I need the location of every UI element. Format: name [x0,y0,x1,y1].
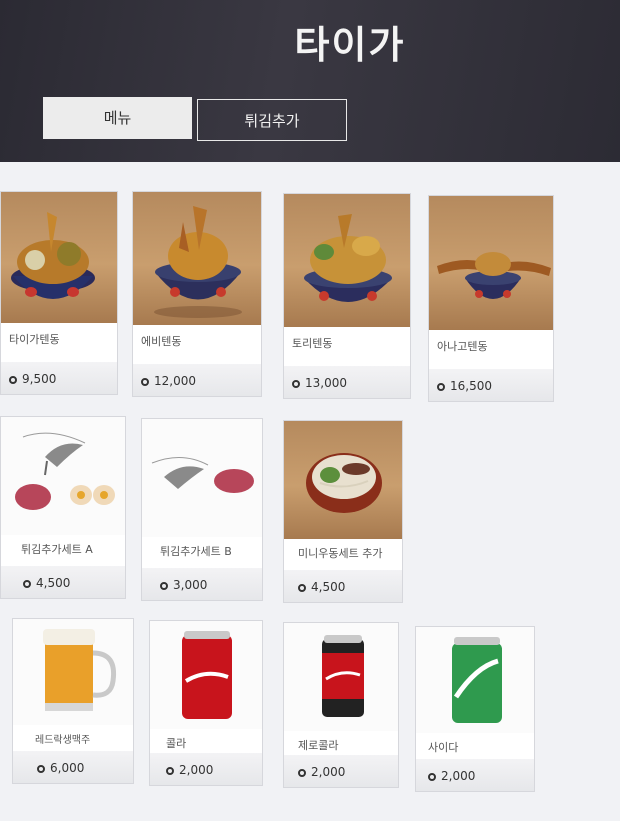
item-price: 2,000 [166,763,213,777]
menu-item-zero-cola[interactable]: 제로콜라 2,000 [283,622,399,788]
store-title: 타이가 [294,23,406,67]
item-name: 타이가텐동 [9,333,60,346]
item-price: 2,000 [428,769,475,783]
cider-can-icon [416,627,534,733]
price-bar: 4,500 [284,570,402,602]
price-bar: 4,500 [1,566,125,598]
menu-item-tempura-set-a[interactable]: 튀김추가세트 A 4,500 [0,416,126,599]
tempura-bowl-icon [1,192,117,323]
cola-can-icon [150,621,262,729]
eel-tempura-bowl-icon [429,196,553,330]
coin-icon [141,378,149,386]
item-price: 9,500 [9,372,56,386]
udon-bowl-icon [284,421,402,539]
item-price: 4,500 [298,580,345,594]
coin-icon [298,584,306,592]
tempura-set-a-icon [1,417,125,535]
item-price: 6,000 [37,761,84,775]
coin-icon [298,769,306,777]
menu-item-tori-tendon[interactable]: 토리텐동 13,000 [283,193,411,399]
price-bar: 2,000 [284,755,398,787]
item-name: 미니우동세트 추가 [298,547,383,560]
item-name: 콜라 [166,737,187,750]
item-price: 3,000 [160,578,207,592]
item-price: 12,000 [141,374,196,388]
menu-item-taiga-tendon[interactable]: 타이가텐동 9,500 [0,191,118,395]
coin-icon [166,767,174,775]
coin-icon [428,773,436,781]
menu-item-cola[interactable]: 콜라 2,000 [149,620,263,786]
item-name: 토리텐동 [292,337,333,350]
zero-cola-can-icon [284,623,398,731]
price-bar: 6,000 [13,751,133,783]
menu-item-red-rock-draft-beer[interactable]: 레드락생맥주 6,000 [12,618,134,784]
chicken-tempura-bowl-icon [284,194,410,327]
price-bar: 2,000 [150,753,262,785]
price-bar: 2,000 [416,759,534,791]
header: 타이가 메뉴 튀김추가 [0,0,620,162]
price-bar: 9,500 [1,362,117,394]
menu-item-anago-tendon[interactable]: 아나고텐동 16,500 [428,195,554,402]
menu-item-cider[interactable]: 사이다 2,000 [415,626,535,792]
coin-icon [437,383,445,391]
coin-icon [292,380,300,388]
menu-item-mini-udon-set[interactable]: 미니우동세트 추가 4,500 [283,420,403,603]
price-bar: 13,000 [284,366,410,398]
price-bar: 3,000 [142,568,262,600]
item-price: 2,000 [298,765,345,779]
menu-grid: 타이가텐동 9,500 에비텐동 12,000 토리텐동 13,000 아나고텐… [0,162,620,821]
tab-tempura-extra[interactable]: 튀김추가 [197,99,347,141]
price-bar: 12,000 [133,364,261,396]
item-name: 튀김추가세트 A [21,543,93,556]
price-bar: 16,500 [429,369,553,401]
item-name: 에비텐동 [141,335,182,348]
tempura-set-b-icon [142,419,262,537]
item-price: 4,500 [23,576,70,590]
item-price: 16,500 [437,379,492,393]
coin-icon [9,376,17,384]
coin-icon [37,765,45,773]
coin-icon [160,582,168,590]
item-price: 13,000 [292,376,347,390]
menu-item-tempura-set-b[interactable]: 튀김추가세트 B 3,000 [141,418,263,601]
item-name: 아나고텐동 [437,340,488,353]
item-name: 레드락생맥주 [35,735,91,746]
beer-mug-icon [13,619,133,725]
coin-icon [23,580,31,588]
menu-item-ebi-tendon[interactable]: 에비텐동 12,000 [132,191,262,397]
item-name: 튀김추가세트 B [160,545,232,558]
shrimp-tempura-bowl-icon [133,192,261,325]
item-name: 제로콜라 [298,739,339,752]
item-name: 사이다 [428,741,459,754]
tab-menu[interactable]: 메뉴 [43,97,192,139]
